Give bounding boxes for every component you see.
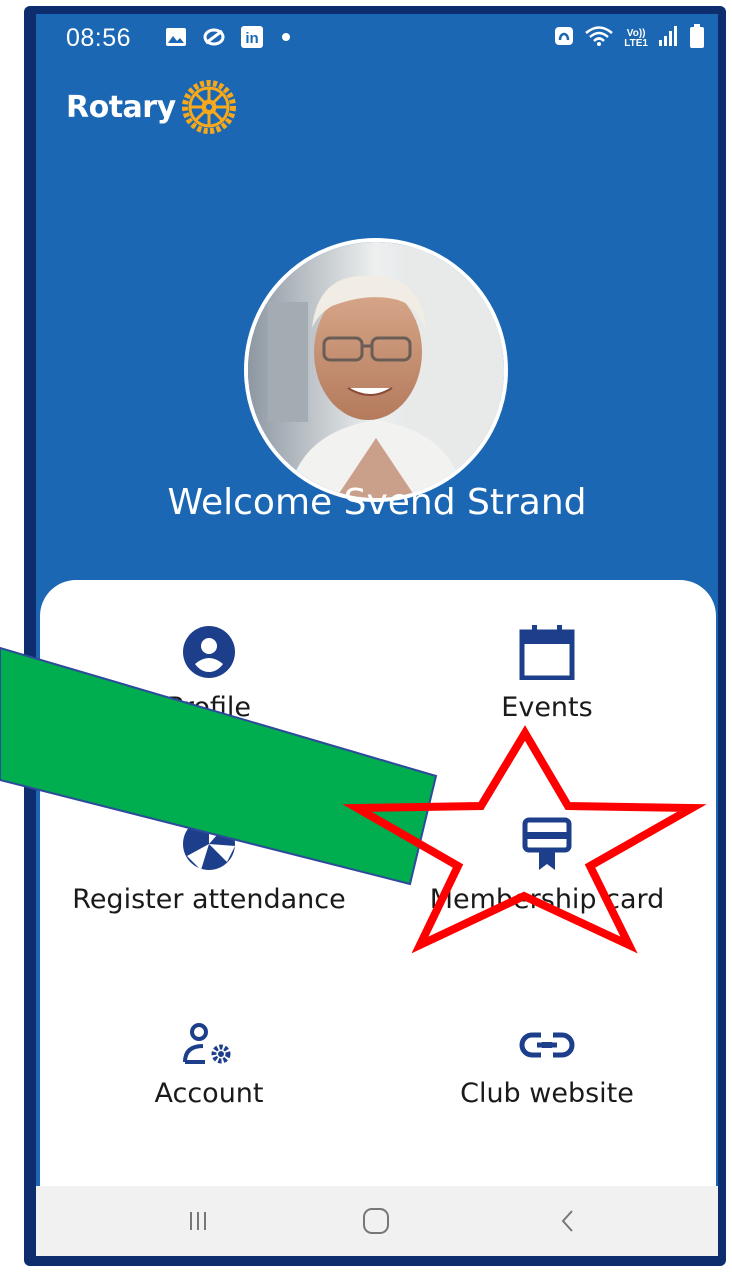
profile-tile[interactable]: Profile <box>40 624 378 723</box>
register-attendance-label: Register attendance <box>72 884 346 915</box>
linkedin-icon: in <box>240 25 264 49</box>
membership-card-label: Membership card <box>429 884 665 915</box>
membership-card-tile[interactable]: Membership card <box>378 816 716 915</box>
profile-photo <box>244 238 508 502</box>
events-label: Events <box>501 692 593 723</box>
rotary-wheel-icon <box>180 78 238 136</box>
calendar-icon <box>378 624 716 680</box>
more-notifications-dot-icon <box>282 33 290 41</box>
membership-card-icon <box>378 816 716 872</box>
link-icon <box>378 1010 716 1066</box>
events-tile[interactable]: Events <box>378 624 716 723</box>
image-icon <box>164 25 188 49</box>
recent-apps-icon[interactable] <box>168 1204 228 1238</box>
club-website-tile[interactable]: Club website <box>378 1010 716 1109</box>
android-nav-bar <box>36 1186 718 1256</box>
register-attendance-tile[interactable]: Register attendance <box>40 816 378 915</box>
system-icons: Vo)) LTE1 <box>554 24 704 53</box>
welcome-message: Welcome Svend Strand <box>167 482 587 523</box>
notification-icons: in <box>164 25 290 49</box>
camera-aperture-icon <box>40 816 378 872</box>
battery-icon <box>690 24 704 53</box>
profile-label: Profile <box>167 692 251 723</box>
menu-panel: Profile Events Register attendance Membe… <box>40 580 716 1200</box>
profile-icon <box>40 624 378 680</box>
app-screen: 08:56 in Vo)) LTE1 Rotary Welcome Svend … <box>36 14 718 1256</box>
rotary-logo: Rotary <box>66 78 238 136</box>
back-icon[interactable] <box>538 1204 598 1238</box>
account-label: Account <box>154 1078 264 1109</box>
wifi-icon <box>584 25 614 52</box>
sync-icon <box>202 25 226 49</box>
volte-icon: Vo)) LTE1 <box>624 27 648 49</box>
signal-icon <box>658 26 680 51</box>
account-settings-icon <box>40 1010 378 1066</box>
nfc-icon <box>554 26 574 51</box>
svg-text:in: in <box>245 30 258 47</box>
logo-text: Rotary <box>66 89 176 125</box>
account-tile[interactable]: Account <box>40 1010 378 1109</box>
home-icon[interactable] <box>346 1204 406 1238</box>
status-time: 08:56 <box>66 24 132 52</box>
status-bar: 08:56 in Vo)) LTE1 <box>36 14 718 64</box>
club-website-label: Club website <box>460 1078 634 1109</box>
